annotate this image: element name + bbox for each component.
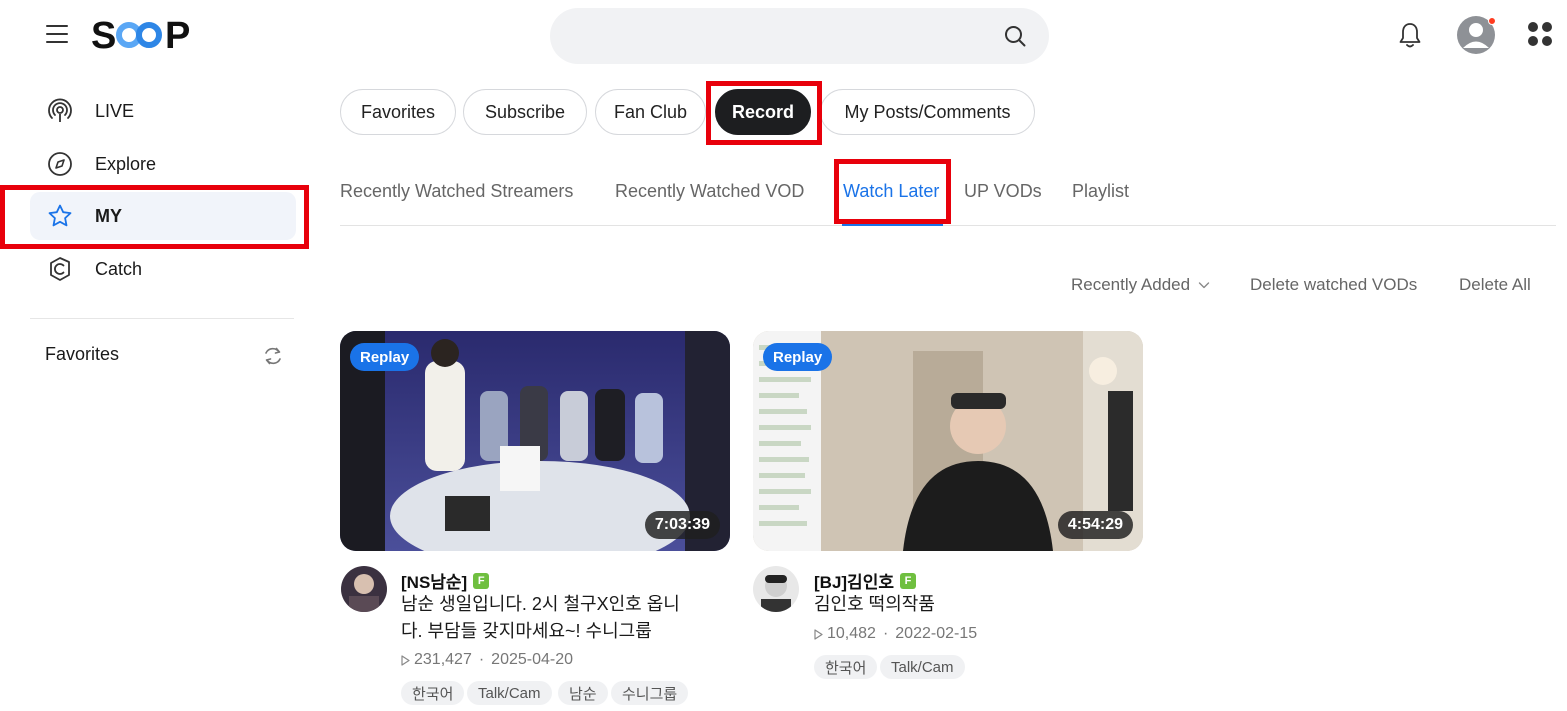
sidebar-item-label: Explore [95, 153, 157, 174]
tab-subscribe[interactable]: Subscribe [463, 89, 587, 135]
fan-badge: F [473, 572, 490, 589]
sidebar-item-explore[interactable]: Explore [30, 140, 296, 188]
search-input[interactable] [574, 8, 994, 64]
favorites-title: Favorites [45, 344, 120, 364]
delete-watched-vods-button[interactable]: Delete watched VODs [1250, 275, 1417, 295]
explore-icon [46, 150, 74, 178]
refresh-icon[interactable] [262, 345, 284, 367]
video-title[interactable]: 김인호 떡의작품 [814, 591, 1104, 618]
tag-chip[interactable]: 한국어 [401, 681, 465, 705]
channel-name[interactable]: [BJ]김인호 F [814, 568, 916, 593]
channel-name-text: [NS남순] [401, 573, 468, 592]
user-avatar[interactable] [1456, 15, 1496, 55]
video-title[interactable]: 남순 생일입니다. 2시 철구X인호 옵니다. 부담들 갖지마세요~! 수니그룹 [401, 591, 691, 645]
soop-logo[interactable]: S P [91, 14, 197, 56]
channel-avatar-image [341, 566, 387, 612]
star-icon [46, 202, 74, 230]
video-meta: 10,482 · 2022-02-15 [814, 625, 977, 643]
subtab-divider [340, 225, 1556, 226]
delete-all-button[interactable]: Delete All [1459, 275, 1531, 295]
channel-avatar[interactable] [341, 566, 387, 612]
video-meta: 231,427 · 2025-04-20 [401, 651, 573, 669]
tab-my-posts-comments[interactable]: My Posts/Comments [820, 89, 1035, 135]
replay-badge: Replay [763, 343, 833, 371]
menu-icon[interactable] [46, 25, 68, 43]
channel-avatar[interactable] [753, 566, 799, 612]
replay-badge: Replay [350, 343, 420, 371]
tag-chip[interactable]: 수니그룹 [611, 681, 689, 705]
play-count-icon [814, 628, 823, 640]
tag-chip[interactable]: 남순 [558, 681, 608, 705]
video-thumbnail[interactable]: Replay 4:54:29 [753, 331, 1143, 551]
sidebar-item-live[interactable]: LIVE [30, 87, 296, 135]
subtab-recently-watched-vod[interactable]: Recently Watched VOD [615, 181, 804, 202]
view-count: 10,482 [827, 625, 876, 642]
live-icon [46, 97, 74, 125]
search-icon[interactable] [1003, 24, 1027, 48]
tab-fan-club[interactable]: Fan Club [595, 89, 706, 135]
search-bar[interactable] [550, 8, 1049, 64]
sidebar-item-my[interactable]: MY [30, 192, 296, 240]
subtab-recently-watched-streamers[interactable]: Recently Watched Streamers [340, 181, 573, 202]
channel-name[interactable]: [NS남순] F [401, 568, 490, 593]
catch-icon [46, 255, 74, 283]
svg-text:P: P [165, 15, 190, 56]
tab-record[interactable]: Record [715, 89, 811, 135]
subtab-watch-later[interactable]: Watch Later [843, 181, 939, 202]
tag-chip[interactable]: 한국어 [814, 655, 878, 679]
fan-badge: F [899, 572, 916, 589]
upload-date: 2025-04-20 [491, 651, 574, 668]
sidebar-divider [30, 318, 294, 319]
bell-icon[interactable] [1397, 21, 1423, 49]
sidebar-item-label: Catch [95, 258, 143, 279]
channel-avatar-image [753, 566, 799, 612]
upload-date: 2022-02-15 [895, 625, 978, 642]
tab-favorites[interactable]: Favorites [340, 89, 456, 135]
meta-separator: · [478, 651, 485, 668]
meta-separator: · [882, 625, 889, 642]
tag-chip[interactable]: Talk/Cam [467, 681, 552, 705]
soop-logo-mark: S P [91, 15, 191, 56]
sidebar-item-label: LIVE [95, 100, 135, 121]
subtab-playlist[interactable]: Playlist [1072, 181, 1129, 202]
sort-dropdown[interactable]: Recently Added [1071, 275, 1210, 295]
sort-label: Recently Added [1071, 275, 1191, 294]
channel-name-text: [BJ]김인호 [814, 573, 894, 592]
view-count: 231,427 [414, 651, 472, 668]
video-duration: 4:54:29 [1057, 511, 1133, 539]
notification-dot [1488, 17, 1496, 25]
subtab-up-vods[interactable]: UP VODs [964, 181, 1042, 202]
sidebar-item-label: MY [95, 205, 122, 226]
sidebar-item-catch[interactable]: Catch [30, 245, 296, 293]
video-duration: 7:03:39 [644, 511, 720, 539]
video-thumbnail[interactable]: Replay 7:03:39 [340, 331, 730, 551]
chevron-down-icon [1198, 282, 1210, 289]
play-count-icon [401, 654, 410, 666]
active-subtab-indicator [842, 223, 943, 226]
tag-chip[interactable]: Talk/Cam [880, 655, 965, 679]
svg-text:S: S [91, 15, 115, 56]
apps-grid-icon[interactable] [1527, 21, 1553, 47]
